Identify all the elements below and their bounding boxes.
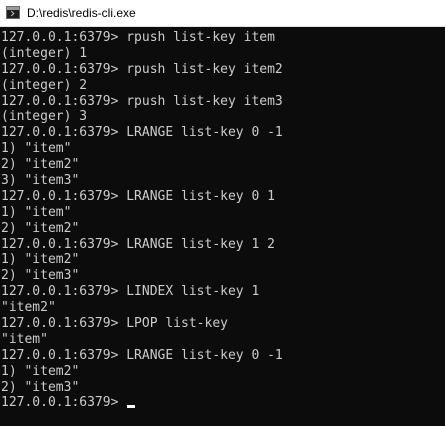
console-prompt: 127.0.0.1:6379> xyxy=(1,395,127,411)
console-line: 127.0.0.1:6379> LINDEX list-key 1 xyxy=(1,284,260,300)
console-line: 127.0.0.1:6379> LRANGE list-key 1 2 xyxy=(1,236,275,252)
console-line: 1) "item" xyxy=(1,141,72,157)
console-line: 3) "item3" xyxy=(1,173,80,189)
console-line: 2) "item3" xyxy=(1,379,80,395)
app-icon-prompt xyxy=(8,10,15,17)
console-line: "item2" xyxy=(1,300,56,316)
console-line: 127.0.0.1:6379> LRANGE list-key 0 -1 xyxy=(1,125,283,141)
console-window: D:\redis\redis-cli.exe 127.0.0.1:6379> r… xyxy=(0,0,445,426)
console-line: 1) "item" xyxy=(1,204,72,220)
console-line: 1) "item2" xyxy=(1,252,80,268)
console-lines: 127.0.0.1:6379> rpush list-key item (int… xyxy=(1,30,283,411)
console-line: (integer) 3 xyxy=(1,109,88,125)
console-line: 127.0.0.1:6379> LRANGE list-key 0 -1 xyxy=(1,347,283,363)
console-line: 127.0.0.1:6379> rpush list-key item2 xyxy=(1,61,283,77)
console-line: 2) "item3" xyxy=(1,268,80,284)
console-line: (integer) 2 xyxy=(1,77,88,93)
console-output[interactable]: 127.0.0.1:6379> rpush list-key item (int… xyxy=(0,27,445,426)
console-line: "item" xyxy=(1,331,48,347)
console-line: 127.0.0.1:6379> rpush list-key item xyxy=(1,30,275,45)
console-line: 127.0.0.1:6379> LPOP list-key xyxy=(1,316,228,332)
window-title: D:\redis\redis-cli.exe xyxy=(27,6,136,20)
console-line: 2) "item2" xyxy=(1,157,80,173)
console-line: 127.0.0.1:6379> LRANGE list-key 0 1 xyxy=(1,188,275,204)
console-line: 2) "item2" xyxy=(1,220,80,236)
console-line: 1) "item2" xyxy=(1,363,80,379)
app-icon-titlebar xyxy=(7,7,19,10)
title-bar[interactable]: D:\redis\redis-cli.exe xyxy=(0,0,445,27)
console-line: (integer) 1 xyxy=(1,45,88,61)
text-cursor xyxy=(127,405,136,409)
console-app-icon[interactable] xyxy=(6,6,20,19)
console-line: 127.0.0.1:6379> rpush list-key item3 xyxy=(1,93,283,109)
console-prompt-line[interactable]: 127.0.0.1:6379> xyxy=(1,395,283,411)
